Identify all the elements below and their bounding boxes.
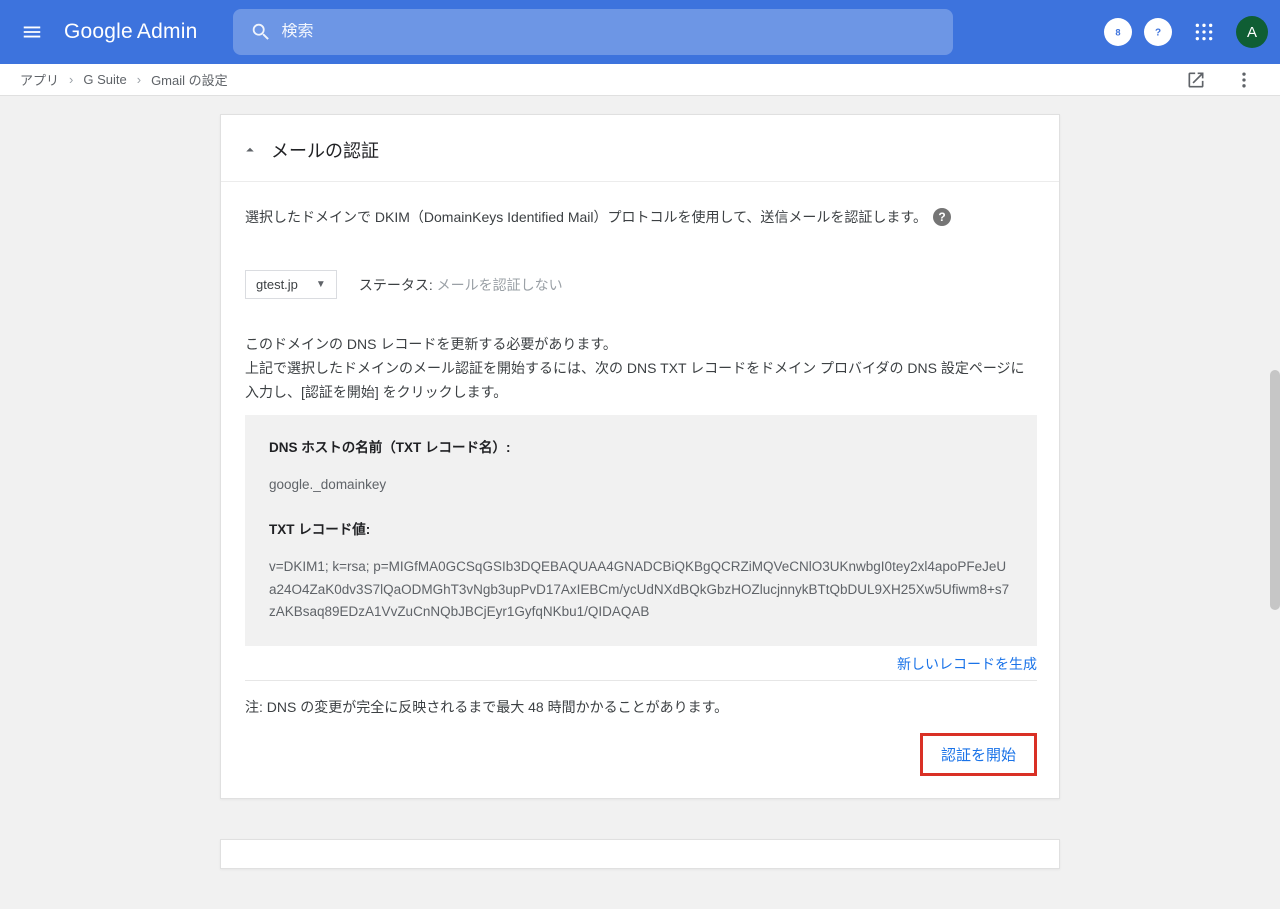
open-in-new-icon[interactable]	[1180, 64, 1212, 96]
product-logo[interactable]: Google Admin	[64, 20, 197, 44]
help-tooltip-icon[interactable]: ?	[933, 208, 951, 226]
breadcrumb-item[interactable]: Gmail の設定	[151, 70, 228, 89]
scrollbar-thumb[interactable]	[1270, 370, 1280, 610]
domain-select[interactable]: gtest.jp ▼	[245, 270, 337, 299]
status-value: メールを認証しない	[437, 277, 563, 293]
help-icon[interactable]: ?	[1144, 18, 1172, 46]
dns-host-label: DNS ホストの名前（TXT レコード名）:	[269, 437, 1013, 460]
svg-text:8: 8	[1115, 27, 1120, 37]
svg-text:?: ?	[1155, 27, 1161, 38]
card-header: メールの認証	[221, 115, 1059, 182]
logo-admin: Admin	[137, 20, 198, 44]
logo-product: Google	[64, 20, 133, 44]
more-vert-icon[interactable]	[1228, 64, 1260, 96]
card-title: メールの認証	[271, 137, 379, 163]
dns-txt-label: TXT レコード値:	[269, 519, 1013, 542]
status-label: ステータス:	[359, 277, 433, 293]
mail-auth-card: メールの認証 選択したドメインで DKIM（DomainKeys Identif…	[220, 114, 1060, 799]
avatar[interactable]: A	[1236, 16, 1268, 48]
dropdown-arrow-icon: ▼	[316, 279, 326, 290]
breadcrumb: アプリ › G Suite › Gmail の設定	[0, 64, 1280, 96]
next-card-placeholder	[220, 839, 1060, 869]
domain-value: gtest.jp	[256, 277, 298, 292]
dns-host-value[interactable]: google._domainkey	[269, 474, 1013, 497]
collapse-icon[interactable]	[241, 141, 259, 159]
search-input[interactable]	[281, 23, 945, 41]
instruction-line: 上記で選択したドメインのメール認証を開始するには、次の DNS TXT レコード…	[245, 357, 1037, 405]
main-content: メールの認証 選択したドメインで DKIM（DomainKeys Identif…	[0, 96, 1280, 909]
intro-text: 選択したドメインで DKIM（DomainKeys Identified Mai…	[245, 206, 927, 228]
start-auth-button[interactable]: 認証を開始	[920, 733, 1037, 776]
avatar-letter: A	[1247, 24, 1257, 41]
chevron-right-icon: ›	[69, 72, 73, 87]
dns-record-box: DNS ホストの名前（TXT レコード名）: google._domainkey…	[245, 415, 1037, 647]
chevron-right-icon: ›	[137, 72, 141, 87]
account-icon[interactable]: 8	[1104, 18, 1132, 46]
menu-icon[interactable]	[12, 12, 52, 52]
apps-grid-icon[interactable]	[1184, 12, 1224, 52]
search-box[interactable]	[233, 9, 953, 55]
header-actions: 8 ? A	[1104, 12, 1268, 52]
dns-txt-value[interactable]: v=DKIM1; k=rsa; p=MIGfMA0GCSqGSIb3DQEBAQ…	[269, 556, 1013, 625]
dns-note: 注: DNS の変更が完全に反映されるまで最大 48 時間かかることがあります。	[245, 697, 1037, 717]
search-icon	[241, 21, 281, 43]
app-header: Google Admin 8 ? A	[0, 0, 1280, 64]
breadcrumb-item[interactable]: アプリ	[20, 70, 59, 89]
breadcrumb-item[interactable]: G Suite	[83, 72, 126, 87]
instruction-line: このドメインの DNS レコードを更新する必要があります。	[245, 333, 1037, 357]
generate-record-link[interactable]: 新しいレコードを生成	[897, 654, 1037, 674]
